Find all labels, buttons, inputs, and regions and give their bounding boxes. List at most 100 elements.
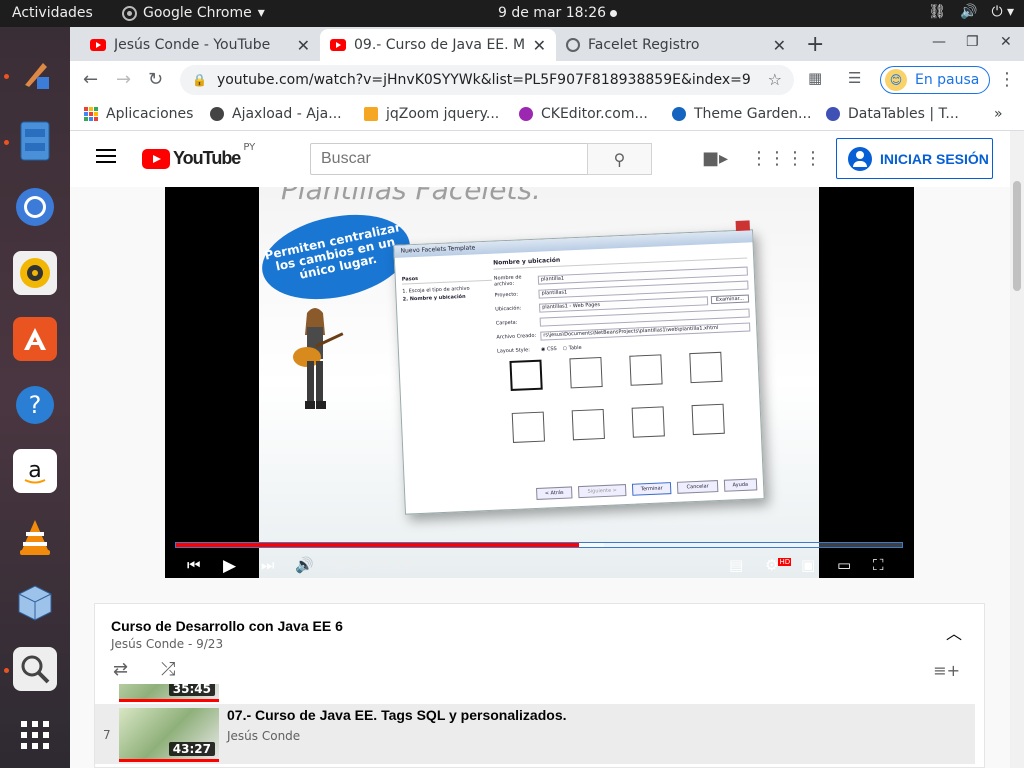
search-button[interactable]: ⚲ (587, 143, 652, 175)
system-menu[interactable]: ⛓ 🔊 ⏻ ▾ (928, 4, 1014, 20)
fullscreen-icon[interactable]: ⛶ (873, 556, 884, 574)
previous-icon[interactable]: ⏮ (187, 556, 201, 574)
sign-in-label: INICIAR SESIÓN (880, 150, 989, 167)
close-icon[interactable]: ✕ (533, 36, 546, 55)
shuffle-icon[interactable]: ⤮ (161, 659, 175, 680)
help-icon[interactable]: ? (13, 383, 57, 427)
progress-bar[interactable] (175, 542, 903, 548)
field-label: Ubicación: (495, 305, 522, 313)
volume-icon[interactable]: 🔊 (295, 556, 314, 574)
kebab-menu-icon[interactable]: ⋮ (998, 69, 1016, 90)
magnifier-icon[interactable] (13, 647, 57, 691)
app-menu[interactable]: Google Chrome ▾ (122, 5, 265, 21)
layout-options (509, 351, 753, 461)
playlist-item[interactable]: 35:45 (95, 684, 975, 704)
layout-option (691, 403, 725, 436)
cancel-button: Cancelar (677, 480, 718, 494)
close-icon[interactable]: ✕ (297, 36, 310, 55)
reload-icon[interactable]: ↻ (148, 69, 163, 90)
rhythmbox-icon[interactable] (13, 251, 57, 295)
profile-paused-button[interactable]: 😊 En pausa (880, 66, 991, 94)
duration-badge: 35:45 (168, 684, 215, 696)
country-code: PY (243, 142, 256, 153)
bookmark-label: CKEditor.com... (541, 106, 648, 122)
paused-label: En pausa (915, 72, 980, 88)
forward-icon[interactable]: → (116, 69, 131, 90)
chromium-icon[interactable] (13, 185, 57, 229)
video-title: 07.- Curso de Java EE. Tags SQL y person… (227, 707, 567, 723)
minimize-icon[interactable]: — (932, 34, 946, 50)
playlist-subtitle: Jesús Conde - 9/23 (111, 637, 224, 651)
chrome-icon (122, 5, 137, 21)
bookmark-ckeditor[interactable]: CKEditor.com... (519, 106, 648, 122)
youtube-wordmark: YouTube (173, 148, 241, 168)
tab-facelet-registro[interactable]: Facelet Registro ✕ (556, 29, 796, 61)
file-manager-icon[interactable] (13, 119, 57, 163)
virtualbox-icon[interactable] (13, 581, 57, 625)
netbeans-dialog-screenshot: Nuevo Facelets Template Pasos 1. Escoja … (393, 220, 765, 515)
show-apps-icon[interactable] (13, 713, 57, 757)
media-queue-icon[interactable]: ☰ (848, 69, 861, 87)
extension-icon[interactable]: ▦ (808, 69, 822, 87)
playlist-item[interactable]: 7 43:27 07.- Curso de Java EE. Tags SQL … (95, 704, 975, 764)
layout-option (511, 411, 546, 443)
activities-button[interactable]: Actividades (12, 5, 93, 21)
layout-option (569, 357, 603, 389)
layout-option (631, 406, 665, 438)
tab-jesus-conde-youtube[interactable]: Jesús Conde - YouTube ✕ (80, 29, 320, 61)
search-icon: ⚲ (613, 149, 626, 169)
bookmark-star-icon[interactable]: ☆ (768, 70, 782, 89)
save-playlist-icon[interactable]: ≡+ (933, 661, 960, 680)
subtitles-icon[interactable]: ▤ (729, 556, 743, 574)
miniplayer-icon[interactable]: ▣ (801, 556, 815, 574)
globe-icon (566, 38, 580, 52)
playlist-title[interactable]: Curso de Desarrollo con Java EE 6 (111, 618, 343, 634)
notification-dot-icon (610, 9, 618, 17)
bookmark-label: jqZoom jquery... (386, 106, 500, 122)
loop-icon[interactable]: ⇄ (113, 659, 128, 680)
address-bar[interactable]: 🔒 youtube.com/watch?v=jHnvK0SYYWk&list=P… (180, 65, 794, 95)
bookmark-theme-garden[interactable]: Theme Garden... (672, 106, 811, 122)
bookmark-ajaxload[interactable]: Ajaxload - Aja... (210, 106, 342, 122)
back-icon[interactable]: ← (83, 69, 98, 90)
scrollbar-thumb[interactable] (1013, 181, 1021, 291)
clock[interactable]: 9 de mar 18:26 (498, 5, 618, 21)
settings-icon[interactable]: ⚙HD (765, 556, 792, 574)
radio-table: ○ Table (562, 344, 582, 352)
youtube-logo[interactable]: YouTube PY (142, 142, 255, 169)
software-center-icon[interactable] (13, 317, 57, 361)
video-player[interactable]: Plantillas Facelets. Permiten centraliza… (165, 187, 914, 578)
restore-icon[interactable]: ❐ (966, 34, 979, 50)
hamburger-menu-icon[interactable] (96, 149, 116, 163)
bookmarks-overflow-button[interactable]: » (994, 106, 1003, 122)
bookmark-jqzoom[interactable]: jqZoom jquery... (364, 106, 499, 122)
next-icon[interactable]: ⏭ (261, 556, 275, 574)
settings-menu-icon[interactable]: ⋮ (804, 148, 822, 169)
chevron-up-icon[interactable]: ︿ (946, 620, 962, 644)
close-window-icon[interactable]: ✕ (1000, 34, 1012, 50)
page-scrollbar[interactable] (1010, 131, 1024, 768)
bookmark-apps[interactable]: Aplicaciones (84, 106, 193, 122)
play-icon[interactable]: ▶ (223, 556, 236, 576)
guitarist-figure (293, 308, 344, 409)
help-button: Ayuda (723, 478, 758, 492)
url-text: youtube.com/watch?v=jHnvK0SYYWk&list=PL5… (216, 72, 751, 88)
power-icon: ⏻ ▾ (991, 4, 1014, 20)
create-video-icon[interactable]: ■▸ (702, 148, 728, 169)
inkscape-icon[interactable] (13, 53, 57, 97)
vlc-icon[interactable] (13, 515, 57, 559)
youtube-header: YouTube PY ⚲ ■▸ ⋮⋮⋮ ⋮ INICIAR SESIÓN (70, 131, 1010, 187)
sign-in-button[interactable]: INICIAR SESIÓN (836, 138, 993, 179)
played-bar (176, 543, 579, 547)
search-input[interactable] (310, 143, 588, 175)
theater-mode-icon[interactable]: ▭ (837, 556, 851, 574)
bookmark-datatables[interactable]: DataTables | T... (826, 106, 959, 122)
radio-css: ◉ CSS (540, 345, 557, 353)
datatables-icon (826, 107, 840, 121)
close-icon[interactable]: ✕ (773, 36, 786, 55)
tab-curso-java-ee[interactable]: 09.- Curso de Java EE. Ma ✕ (320, 29, 556, 61)
apps-icon[interactable]: ⋮⋮⋮ (750, 148, 804, 169)
new-tab-button[interactable]: + (806, 32, 824, 57)
amazon-icon[interactable]: a (13, 449, 57, 493)
running-indicator (4, 74, 9, 79)
